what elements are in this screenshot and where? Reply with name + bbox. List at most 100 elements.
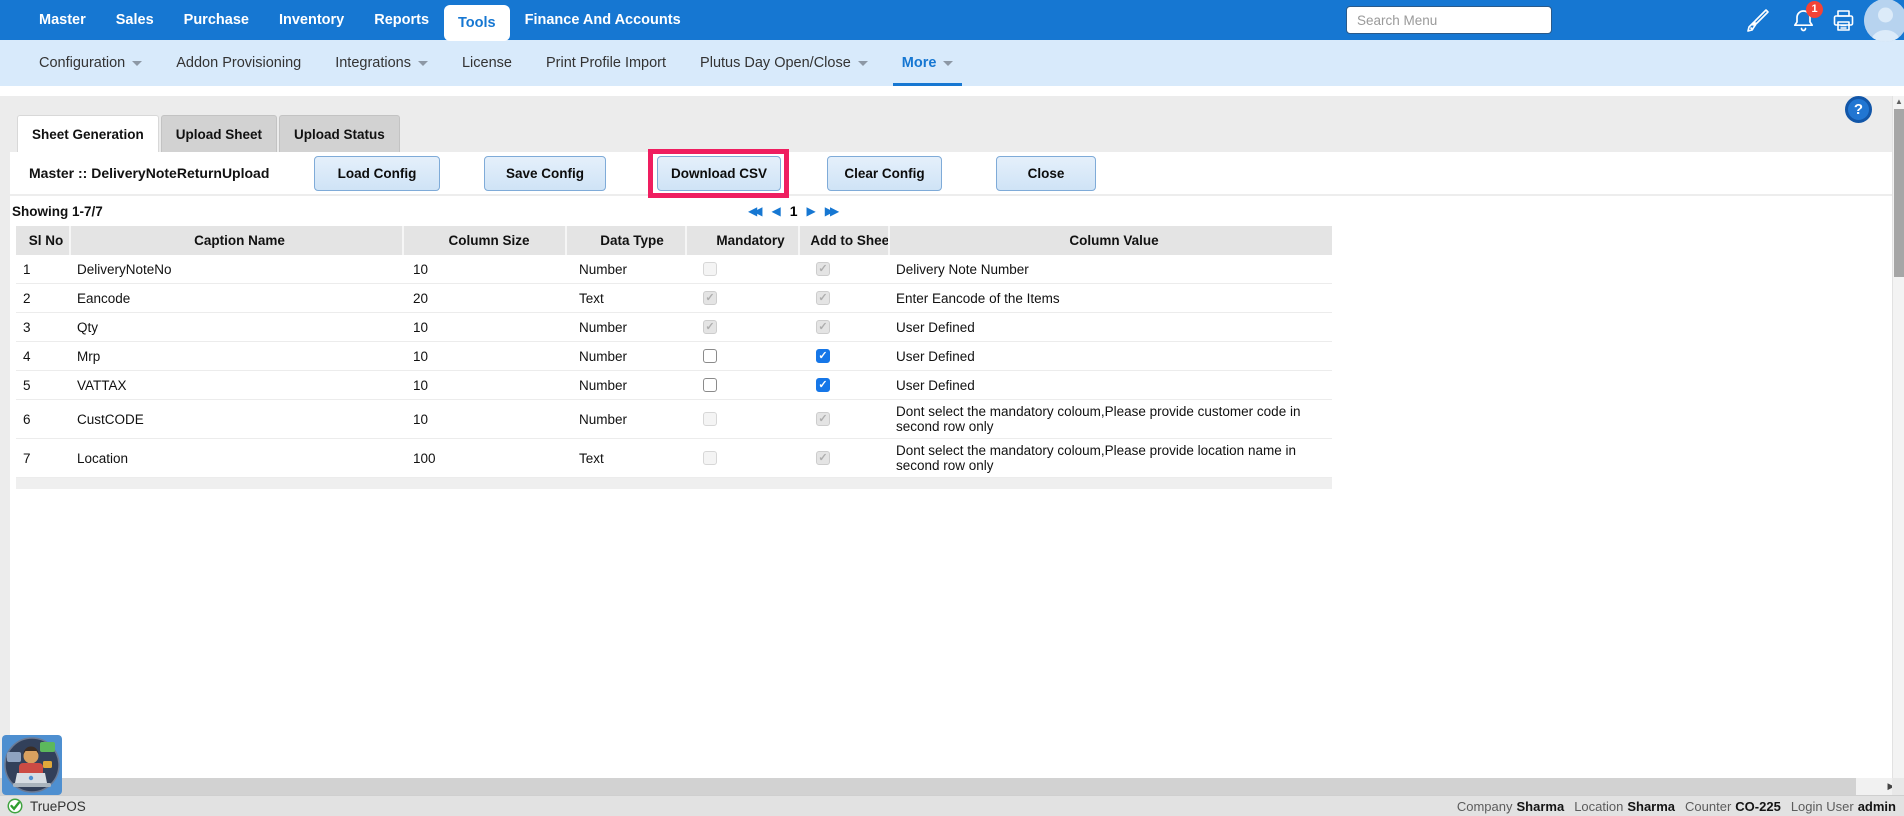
next-page-icon[interactable]: ▶ <box>807 202 816 220</box>
add-to-sheet-checkbox <box>816 262 830 276</box>
search-input[interactable] <box>1346 6 1552 34</box>
first-page-icon[interactable]: ◀◀ <box>748 202 762 220</box>
add-to-sheet-cell <box>800 374 890 396</box>
add-to-sheet-checkbox <box>816 412 830 426</box>
mandatory-cell <box>687 345 800 367</box>
chevron-down-icon <box>943 61 953 66</box>
cell-sl-no: 6 <box>16 408 71 431</box>
cell-column-value: User Defined <box>890 345 1332 368</box>
cell-sl-no: 7 <box>16 447 71 470</box>
add-to-sheet-cell <box>800 287 890 309</box>
current-page-number[interactable]: 1 <box>790 203 798 219</box>
printer-icon[interactable] <box>1830 7 1857 34</box>
mandatory-checkbox <box>703 320 717 334</box>
mandatory-checkbox <box>703 262 717 276</box>
add-to-sheet-checkbox[interactable] <box>816 349 830 363</box>
submenu-print-profile-import[interactable]: Print Profile Import <box>529 40 683 86</box>
submenu-more[interactable]: More <box>885 40 971 86</box>
vertical-scrollbar[interactable]: ▲ <box>1892 96 1904 778</box>
submenu-configuration[interactable]: Configuration <box>22 40 159 86</box>
chat-support-launcher[interactable] <box>2 735 62 795</box>
column-header-data-type[interactable]: Data Type <box>567 226 687 255</box>
cell-data-type: Number <box>567 316 687 339</box>
help-button[interactable]: ? <box>1845 96 1872 123</box>
clear-config-button[interactable]: Clear Config <box>827 156 942 191</box>
mandatory-checkbox[interactable] <box>703 349 717 363</box>
mandatory-checkbox[interactable] <box>703 378 717 392</box>
app-name-label: TruePOS <box>30 799 86 814</box>
column-header-column-size[interactable]: Column Size <box>404 226 567 255</box>
user-avatar[interactable] <box>1864 0 1904 42</box>
cell-data-type: Number <box>567 345 687 368</box>
tab-bar: Sheet Generation Upload Sheet Upload Sta… <box>17 115 402 152</box>
table-row: 7Location100TextDont select the mandator… <box>16 439 1332 478</box>
horizontal-scrollbar-thumb[interactable] <box>0 778 1856 795</box>
nav-item-sales[interactable]: Sales <box>101 0 169 40</box>
paintbrush-icon[interactable] <box>1744 7 1771 34</box>
add-to-sheet-checkbox <box>816 320 830 334</box>
nav-item-reports[interactable]: Reports <box>359 0 444 40</box>
cell-sl-no: 1 <box>16 258 71 281</box>
nav-item-purchase[interactable]: Purchase <box>169 0 264 40</box>
cell-data-type: Text <box>567 287 687 310</box>
table-row: 1DeliveryNoteNo10NumberDelivery Note Num… <box>16 255 1332 284</box>
cell-column-value: User Defined <box>890 316 1332 339</box>
status-bar-left: TruePOS <box>7 798 86 814</box>
grid-footer-strip <box>16 478 1332 489</box>
submenu-license[interactable]: License <box>445 40 529 86</box>
table-row: 6CustCODE10NumberDont select the mandato… <box>16 400 1332 439</box>
cell-caption-name: CustCODE <box>71 408 404 431</box>
page-title: Master :: DeliveryNoteReturnUpload <box>29 165 269 181</box>
tab-upload-status[interactable]: Upload Status <box>279 115 400 152</box>
close-button[interactable]: Close <box>996 156 1096 191</box>
add-to-sheet-checkbox[interactable] <box>816 378 830 392</box>
chevron-down-icon <box>418 61 428 66</box>
scrollbar-corner <box>1892 778 1904 795</box>
download-csv-button[interactable]: Download CSV <box>657 156 781 191</box>
table-row: 5VATTAX10NumberUser Defined <box>16 371 1332 400</box>
status-counter: CounterCO-225 <box>1685 799 1781 814</box>
cell-column-value: User Defined <box>890 374 1332 397</box>
vertical-scrollbar-thumb[interactable] <box>1894 109 1904 277</box>
last-page-icon[interactable]: ▶▶ <box>825 202 839 220</box>
nav-item-tools[interactable]: Tools <box>444 5 510 41</box>
nav-item-inventory[interactable]: Inventory <box>264 0 359 40</box>
submenu-integrations[interactable]: Integrations <box>318 40 445 86</box>
column-header-mandatory[interactable]: Mandatory <box>687 226 800 255</box>
cell-column-value: Dont select the mandatory coloum,Please … <box>890 439 1332 477</box>
cell-column-value: Delivery Note Number <box>890 258 1332 281</box>
mandatory-cell <box>687 447 800 469</box>
load-config-button[interactable]: Load Config <box>314 156 440 191</box>
horizontal-scrollbar[interactable]: ▶ <box>0 778 1904 795</box>
cell-column-size: 10 <box>404 345 567 368</box>
cell-data-type: Number <box>567 374 687 397</box>
cell-caption-name: DeliveryNoteNo <box>71 258 404 281</box>
submenu-plutus-day-open-close[interactable]: Plutus Day Open/Close <box>683 40 885 86</box>
mandatory-checkbox <box>703 291 717 305</box>
scroll-up-icon[interactable]: ▲ <box>1893 96 1904 108</box>
mandatory-cell <box>687 374 800 396</box>
table-row: 2Eancode20TextEnter Eancode of the Items <box>16 284 1332 313</box>
column-header-add-to-sheet[interactable]: Add to Sheet <box>800 226 890 255</box>
tab-sheet-generation[interactable]: Sheet Generation <box>17 115 159 152</box>
cell-data-type: Number <box>567 258 687 281</box>
column-header-sl-no[interactable]: Sl No <box>16 226 71 255</box>
cell-data-type: Number <box>567 408 687 431</box>
status-company: CompanySharma <box>1457 799 1564 814</box>
previous-page-icon[interactable]: ◀ <box>771 202 780 220</box>
cell-caption-name: Qty <box>71 316 404 339</box>
add-to-sheet-cell <box>800 408 890 430</box>
cell-column-size: 10 <box>404 374 567 397</box>
save-config-button[interactable]: Save Config <box>484 156 606 191</box>
mandatory-cell <box>687 408 800 430</box>
nav-item-finance-and-accounts[interactable]: Finance And Accounts <box>510 0 696 40</box>
tab-upload-sheet[interactable]: Upload Sheet <box>161 115 277 152</box>
submenu-addon-provisioning[interactable]: Addon Provisioning <box>159 40 318 86</box>
column-header-column-value[interactable]: Column Value <box>890 226 1332 255</box>
grid-header-row: Sl No Caption Name Column Size Data Type… <box>16 226 1332 255</box>
status-login-user: Login Useradmin <box>1791 799 1896 814</box>
column-header-caption-name[interactable]: Caption Name <box>71 226 404 255</box>
nav-item-master[interactable]: Master <box>24 0 101 40</box>
mandatory-cell <box>687 258 800 280</box>
status-bar: TruePOS CompanySharma LocationSharma Cou… <box>0 795 1904 816</box>
